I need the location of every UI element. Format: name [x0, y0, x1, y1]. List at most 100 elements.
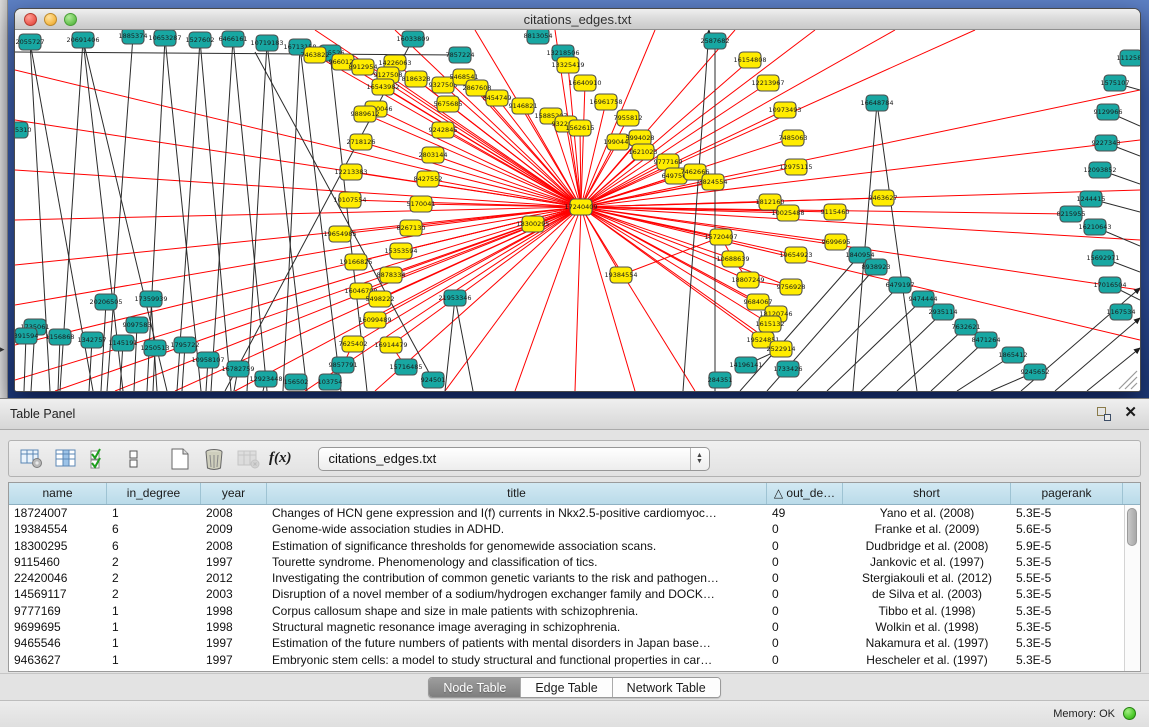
graph-node[interactable]: 9227343: [1092, 135, 1121, 151]
graph-node[interactable]: 1250513: [141, 340, 170, 356]
graph-node[interactable]: 2803144: [419, 147, 448, 163]
graph-node[interactable]: 1885374: [119, 30, 148, 44]
graph-node[interactable]: 20206505: [89, 294, 122, 310]
graph-node[interactable]: 8878334: [377, 267, 406, 283]
table-row[interactable]: 946554611997Estimation of the future num…: [9, 635, 1140, 651]
graph-node[interactable]: 12213967: [751, 75, 784, 91]
graph-node[interactable]: 9699695: [822, 234, 851, 250]
graph-node[interactable]: 16210643: [1078, 219, 1111, 235]
graph-node[interactable]: 17359939: [134, 291, 167, 307]
column-header-pagerank[interactable]: pagerank: [1011, 483, 1123, 504]
graph-node[interactable]: 9463627: [869, 190, 898, 206]
graph-node[interactable]: 20691406: [66, 32, 99, 48]
graph-node[interactable]: 5498222: [366, 291, 395, 307]
graph-node[interactable]: 1733426: [774, 361, 803, 377]
citation-network-graph[interactable]: 2055727206914061885374106532871527602646…: [15, 30, 1140, 391]
graph-node[interactable]: 8471264: [972, 332, 1001, 348]
graph-node[interactable]: 391594: [15, 328, 38, 344]
float-panel-icon[interactable]: [1097, 407, 1111, 421]
function-builder-icon[interactable]: f(x): [269, 450, 292, 467]
graph-node[interactable]: 2065310: [15, 122, 31, 138]
tab-edge-table[interactable]: Edge Table: [521, 678, 612, 697]
graph-node[interactable]: 8267130: [397, 220, 426, 236]
graph-node[interactable]: 15353594: [384, 243, 417, 259]
graph-node[interactable]: 16914479: [374, 337, 407, 353]
graph-node[interactable]: 1156868: [46, 329, 75, 345]
graph-node[interactable]: 7857224: [446, 47, 475, 63]
graph-node[interactable]: 10688639: [716, 251, 749, 267]
close-panel-icon[interactable]: ✕: [1124, 404, 1137, 422]
graph-node[interactable]: 8454749: [483, 90, 512, 106]
graph-node[interactable]: 10653287: [148, 30, 181, 46]
graph-node[interactable]: 1145191: [109, 335, 138, 351]
table-row[interactable]: 969969511998Structural magnetic resonanc…: [9, 619, 1140, 635]
graph-node[interactable]: 12093852: [1083, 162, 1116, 178]
graph-node[interactable]: 8215955: [1057, 206, 1086, 222]
table-row[interactable]: 1456911722003Disruption of a novel membe…: [9, 586, 1140, 602]
graph-node[interactable]: 3824554: [699, 174, 728, 190]
table-row[interactable]: 1830029562008Estimation of significance …: [9, 538, 1140, 554]
column-header-indegree[interactable]: in_degree: [107, 483, 201, 504]
graph-node[interactable]: 1527602: [186, 32, 215, 48]
graph-node[interactable]: 21953346: [438, 290, 471, 306]
graph-node[interactable]: 12975115: [779, 159, 812, 175]
graph-node[interactable]: 9245652: [1021, 364, 1050, 380]
column-header-outde[interactable]: △ out_de…: [767, 483, 843, 504]
graph-node[interactable]: 6479197: [886, 277, 915, 293]
column-header-year[interactable]: year: [201, 483, 267, 504]
graph-node[interactable]: 5675685: [434, 96, 463, 112]
graph-node[interactable]: 5170041: [407, 196, 436, 212]
vertical-scrollbar[interactable]: [1124, 505, 1140, 671]
row-height-icon[interactable]: [121, 447, 147, 471]
graph-node[interactable]: 1562615: [566, 120, 595, 136]
graph-node[interactable]: 19654985: [323, 226, 356, 242]
graph-node[interactable]: 103754: [318, 374, 343, 390]
graph-node[interactable]: 9146821: [509, 98, 538, 114]
graph-node[interactable]: 1795722: [171, 337, 200, 353]
resize-grip-icon[interactable]: [1119, 371, 1137, 389]
graph-node[interactable]: 8186328: [402, 71, 431, 87]
graph-node[interactable]: 8938923: [862, 259, 891, 275]
graph-node[interactable]: 16648784: [860, 95, 893, 111]
graph-node[interactable]: 10958107: [191, 352, 224, 368]
table-select-dropdown[interactable]: citations_edges.txt ▲▼: [318, 447, 710, 471]
table-row[interactable]: 1872400712008Changes of HCN gene express…: [9, 505, 1140, 521]
panel-collapse-arrow[interactable]: ▸: [0, 344, 5, 355]
graph-node[interactable]: 2935114: [929, 304, 958, 320]
graph-node[interactable]: 8813054: [524, 30, 553, 44]
delete-table-icon[interactable]: [201, 447, 227, 471]
graph-node[interactable]: 9129966: [1094, 104, 1123, 120]
network-window-titlebar[interactable]: citations_edges.txt: [15, 9, 1140, 30]
graph-node[interactable]: 16154808: [733, 52, 766, 68]
scrollbar-thumb[interactable]: [1127, 508, 1137, 546]
graph-node[interactable]: 16099489: [358, 312, 391, 328]
network-canvas[interactable]: 2055727206914061885374106532871527602646…: [15, 30, 1140, 391]
graph-node[interactable]: 156502: [284, 374, 309, 390]
table-row[interactable]: 911546021997Tourette syndrome. Phenomeno…: [9, 554, 1140, 570]
graph-node[interactable]: 15692971: [1086, 250, 1119, 266]
graph-node[interactable]: 1615132: [756, 316, 785, 332]
graph-node[interactable]: 284351: [708, 372, 733, 388]
graph-node[interactable]: 2055727: [16, 34, 45, 50]
graph-node[interactable]: 12923448: [249, 371, 282, 387]
graph-node[interactable]: 1112584: [1117, 50, 1140, 66]
graph-node[interactable]: 10719183: [250, 35, 283, 51]
graph-node[interactable]: 15716485: [389, 359, 422, 375]
table-row[interactable]: 2242004622012Investigating the contribut…: [9, 570, 1140, 586]
table-row[interactable]: 1938455462009Genome-wide association stu…: [9, 521, 1140, 537]
table-row[interactable]: 946362711997Embryonic stem cells: a mode…: [9, 652, 1140, 668]
graph-node[interactable]: 1575107: [1101, 75, 1130, 91]
graph-node[interactable]: 2587682: [701, 33, 730, 49]
graph-node[interactable]: 9756928: [777, 279, 806, 295]
select-columns-icon[interactable]: [87, 447, 113, 471]
graph-node[interactable]: 7625402: [339, 336, 368, 352]
graph-node[interactable]: 1244415: [1077, 191, 1106, 207]
graph-node[interactable]: 7485063: [779, 130, 808, 146]
graph-node[interactable]: 2718126: [347, 134, 376, 150]
graph-node[interactable]: 9889612: [351, 106, 380, 122]
tab-network-table[interactable]: Network Table: [613, 678, 720, 697]
graph-node[interactable]: 9857791: [329, 357, 358, 373]
graph-node[interactable]: 16640910: [568, 75, 601, 91]
graph-node[interactable]: 1865412: [999, 347, 1028, 363]
graph-node[interactable]: 2522914: [767, 341, 796, 357]
